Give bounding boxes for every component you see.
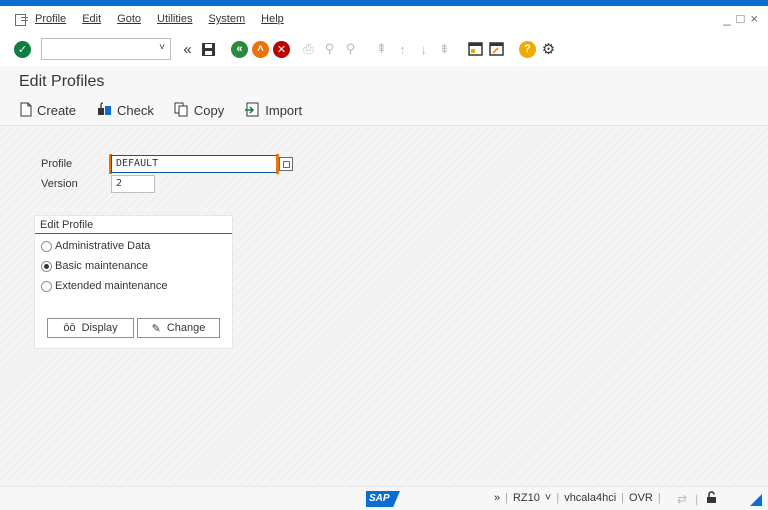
profile-input[interactable]: DEFAULT [111,155,277,173]
server-name: vhcala4hci [564,492,617,504]
window-controls: _ □ × [723,11,758,26]
group-title: Edit Profile [40,219,94,231]
edit-profile-group: Edit Profile Administrative Data Basic m… [34,215,233,349]
insert-mode: OVR [629,492,653,504]
display-label: Display [81,322,118,334]
radio-button[interactable] [41,280,52,292]
radio-button-selected[interactable] [41,260,52,272]
minimize-icon[interactable]: _ [723,11,730,26]
help-icon[interactable]: ? [519,40,536,58]
connection-icon: ⇄ [677,492,688,506]
change-label: Change [166,322,206,334]
menu-bar: Profile Edit Goto Utilities System Help … [0,6,768,32]
display-button[interactable]: ōō Display [47,318,134,338]
radio-basic-maintenance[interactable]: Basic maintenance [41,260,148,272]
document-icon [20,102,32,120]
radio-label: Basic maintenance [55,260,148,272]
save-icon[interactable] [200,41,217,58]
import-label: Import [265,103,303,118]
status-bar: SAP » | RZ10 ˅ | vhcala4hci | OVR | ⇄ | [0,486,768,510]
radio-label: Extended maintenance [55,280,168,292]
change-button[interactable]: ✎ Change [137,318,220,338]
menu-help[interactable]: Help [261,13,284,25]
check-button[interactable]: Check [96,102,154,119]
application-toolbar: Create Check Copy Import [0,96,768,126]
shortcut-icon[interactable] [488,41,505,58]
command-field[interactable]: ˅ [41,38,171,60]
import-button[interactable]: Import [244,102,302,120]
last-page-icon: ⇟ [439,41,450,56]
copy-label: Copy [193,103,225,118]
resize-corner[interactable] [750,494,762,506]
import-icon [244,102,260,120]
sap-logo: SAP [366,491,400,507]
system-info: » | RZ10 ˅ | vhcala4hci | OVR | [494,492,661,504]
log-off-icon[interactable]: ˄ [252,40,269,58]
maximize-icon[interactable]: □ [737,11,745,26]
chevron-down-icon[interactable]: ˅ [159,42,165,53]
copy-icon [174,102,189,120]
back-icon[interactable]: « [179,41,196,58]
version-label: Version [41,178,78,190]
menu-goto[interactable]: Goto [117,13,141,25]
create-label: Create [37,103,77,118]
check-label: Check [117,103,154,118]
check-consistency-icon [96,102,112,119]
glasses-icon: ōō [63,322,76,334]
enter-icon[interactable]: ✓ [14,40,31,58]
find-next-icon: ⚲ [345,41,356,56]
group-divider [35,233,232,234]
next-page-icon: ↓ [420,41,427,57]
copy-button[interactable]: Copy [174,102,224,120]
radio-button[interactable] [41,240,52,252]
page-title: Edit Profiles [19,73,105,90]
status-icons: ⇄ | [677,491,718,507]
radio-administrative-data[interactable]: Administrative Data [41,240,150,252]
menu-edit[interactable]: Edit [82,13,101,25]
value-help-icon[interactable] [279,157,293,171]
radio-extended-maintenance[interactable]: Extended maintenance [41,280,168,292]
first-page-icon: ⇞ [376,41,387,56]
profile-label: Profile [41,158,73,170]
menu-profile[interactable]: Profile [35,13,66,25]
transaction-code: RZ10 [512,492,540,504]
cancel-icon[interactable]: ✕ [273,40,290,58]
create-button[interactable]: Create [20,102,76,120]
system-toolbar: ✓ ˅ « « ˄ ✕ ⎙ ⚲ ⚲ ⇞ ↑ ↓ ⇟ ? ⚙ [0,32,768,66]
new-session-icon[interactable] [467,41,484,58]
title-area: Edit Profiles [0,66,768,96]
settings-icon[interactable]: ⚙ [540,41,557,58]
prev-page-icon: ↑ [399,41,406,57]
expand-status-icon[interactable]: » [494,492,500,504]
main-content: Profile DEFAULT Version 2 Edit Profile A… [0,127,768,486]
print-icon: ⎙ [303,41,314,56]
version-input[interactable]: 2 [111,175,155,193]
menu-expand-icon[interactable] [15,13,29,26]
exit-icon[interactable]: « [231,40,248,58]
unlock-icon[interactable] [706,491,718,507]
pencil-icon: ✎ [151,322,161,335]
menu-system[interactable]: System [208,13,245,25]
chevron-down-icon[interactable]: ˅ [545,492,551,504]
menu-utilities[interactable]: Utilities [157,13,192,25]
find-icon: ⚲ [324,41,335,56]
close-icon[interactable]: × [750,11,758,26]
radio-label: Administrative Data [55,240,151,252]
